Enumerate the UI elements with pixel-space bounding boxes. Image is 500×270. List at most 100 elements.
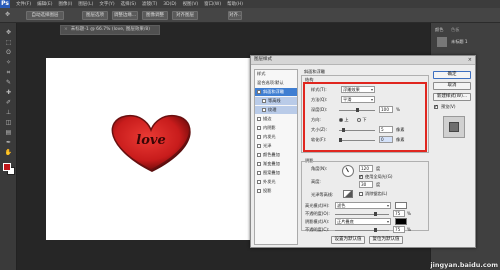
style-drop-shadow[interactable]: 投影 [255, 187, 297, 195]
new-style-button[interactable]: 新建样式(W)... [433, 93, 471, 101]
close-tab-icon[interactable]: × [64, 27, 68, 32]
angle-input[interactable]: 120 [359, 165, 373, 172]
image-adjust-button[interactable]: 图像调整 [142, 11, 168, 20]
opacity1-knob[interactable] [374, 212, 377, 216]
style-color-overlay[interactable]: 颜色叠加 [255, 151, 297, 159]
menu-view[interactable]: 视图(V) [183, 1, 199, 7]
drop-shadow-checkbox[interactable] [257, 189, 261, 193]
gradient-overlay-checkbox[interactable] [257, 162, 261, 166]
inner-glow-checkbox[interactable] [257, 135, 261, 139]
menu-edit[interactable]: 编辑(E) [37, 1, 52, 7]
style-stroke[interactable]: 描边 [255, 115, 297, 123]
color-panel-label[interactable]: 颜色 [435, 27, 443, 33]
move-icon[interactable]: ✥ [4, 29, 13, 37]
size-knob[interactable] [342, 128, 345, 132]
depth-input[interactable]: 100 [379, 106, 393, 113]
layer-name[interactable]: 未标题 1 [451, 39, 468, 45]
color-overlay-checkbox[interactable] [257, 153, 261, 157]
style-inner-glow[interactable]: 内发光 [255, 133, 297, 141]
texture-checkbox[interactable] [262, 108, 266, 112]
style-gradient-overlay[interactable]: 渐变叠加 [255, 160, 297, 168]
lasso-icon[interactable]: ʘ [4, 49, 13, 57]
angle-dial[interactable] [342, 165, 354, 177]
method-select[interactable]: 平滑 [341, 96, 375, 103]
inner-shadow-checkbox[interactable] [257, 126, 261, 130]
pattern-overlay-checkbox[interactable] [257, 171, 261, 175]
highlight-mode-select[interactable]: 滤色 [335, 202, 391, 209]
style-inner-shadow[interactable]: 内阴影 [255, 124, 297, 132]
style-outer-glow[interactable]: 外发光 [255, 178, 297, 186]
pen-icon[interactable]: ✒ [4, 139, 13, 147]
style-texture[interactable]: 纹理 [255, 106, 297, 114]
style-blending-options[interactable]: 混合选项:默认 [255, 79, 297, 87]
opacity1-input[interactable]: 75 [393, 210, 405, 217]
layer-options-button[interactable]: 图层选项 [82, 11, 108, 20]
canvas[interactable]: love [46, 58, 264, 240]
soften-input[interactable]: 0 [379, 136, 393, 143]
align-layers-button[interactable]: 对齐图层 [172, 11, 198, 20]
bevel-checkbox[interactable] [257, 90, 261, 94]
depth-slider[interactable] [339, 108, 375, 112]
style-contour[interactable]: 等高线 [255, 97, 297, 105]
highlight-color-swatch[interactable] [395, 202, 407, 209]
altitude-input[interactable]: 30 [359, 181, 373, 188]
depth-knob[interactable] [356, 108, 359, 112]
magic-wand-icon[interactable]: ✧ [4, 59, 13, 67]
menu-file[interactable]: 文件(F) [16, 1, 31, 7]
size-input[interactable]: 5 [379, 126, 393, 133]
global-light-checkbox[interactable] [359, 174, 363, 180]
style-select[interactable]: 浮雕效果 [341, 86, 375, 93]
style-pattern-overlay[interactable]: 图案叠加 [255, 169, 297, 177]
direction-down[interactable]: 下 [357, 117, 367, 123]
opacity2-knob[interactable] [374, 228, 377, 232]
marquee-icon[interactable]: ⬚ [4, 39, 13, 47]
menu-filter[interactable]: 滤镜(T) [142, 1, 157, 7]
gradient-icon[interactable]: ▤ [4, 129, 13, 137]
eraser-icon[interactable]: ◫ [4, 119, 13, 127]
menu-layer[interactable]: 图层(L) [78, 1, 93, 7]
heal-icon[interactable]: ✚ [4, 89, 13, 97]
align-more-button[interactable]: 对齐... [228, 11, 242, 20]
refine-edge-button[interactable]: 调整边缘... [112, 11, 138, 20]
ok-button[interactable]: 确定 [433, 71, 471, 79]
antialias-checkbox[interactable] [359, 192, 363, 196]
document-tab[interactable]: × 未标题-1 @ 66.7% (love, 图层效果/8) [60, 25, 160, 35]
menu-select[interactable]: 选择(S) [121, 1, 136, 7]
outer-glow-checkbox[interactable] [257, 180, 261, 184]
make-default-button[interactable]: 设置为默认值 [331, 236, 365, 244]
menu-window[interactable]: 窗口(W) [204, 1, 221, 7]
gloss-contour-swatch[interactable] [343, 190, 353, 198]
swatches-panel-label[interactable]: 色板 [451, 27, 459, 33]
stamp-icon[interactable]: ⊥ [4, 109, 13, 117]
reset-default-button[interactable]: 复位为默认值 [369, 236, 403, 244]
menu-3d[interactable]: 3D(D) [163, 2, 176, 7]
shadow-mode-select[interactable]: 正片叠底 [335, 218, 391, 225]
style-satin[interactable]: 光泽 [255, 142, 297, 150]
shadow-color-swatch[interactable] [395, 218, 407, 225]
soften-slider[interactable] [339, 138, 375, 142]
menu-help[interactable]: 帮助(H) [227, 1, 243, 7]
satin-checkbox[interactable] [257, 144, 261, 148]
opacity1-slider[interactable] [335, 212, 389, 216]
brush-icon[interactable]: ✐ [4, 99, 13, 107]
stroke-checkbox[interactable] [257, 117, 261, 121]
direction-up-radio[interactable] [339, 118, 343, 122]
foreground-color-swatch[interactable] [3, 163, 11, 171]
direction-down-radio[interactable] [357, 118, 361, 122]
soften-knob[interactable] [339, 138, 342, 142]
menu-type[interactable]: 文字(Y) [99, 1, 114, 7]
auto-select-button[interactable]: 自动选择图层 [26, 11, 64, 20]
move-tool-icon[interactable]: ✥ [3, 11, 12, 19]
opacity2-slider[interactable] [335, 228, 389, 232]
dialog-close-icon[interactable]: × [468, 56, 472, 64]
size-slider[interactable] [339, 128, 375, 132]
style-bevel-emboss[interactable]: 斜面和浮雕 [255, 88, 297, 96]
preview-checkbox[interactable] [434, 104, 438, 110]
opacity2-input[interactable]: 75 [393, 226, 405, 233]
contour-checkbox[interactable] [262, 99, 266, 103]
hand-icon[interactable]: ✋ [4, 149, 13, 157]
direction-up[interactable]: 上 [339, 117, 349, 123]
cancel-button[interactable]: 取消 [433, 82, 471, 90]
eyedropper-icon[interactable]: ✎ [4, 79, 13, 87]
menu-image[interactable]: 图像(I) [58, 1, 72, 7]
